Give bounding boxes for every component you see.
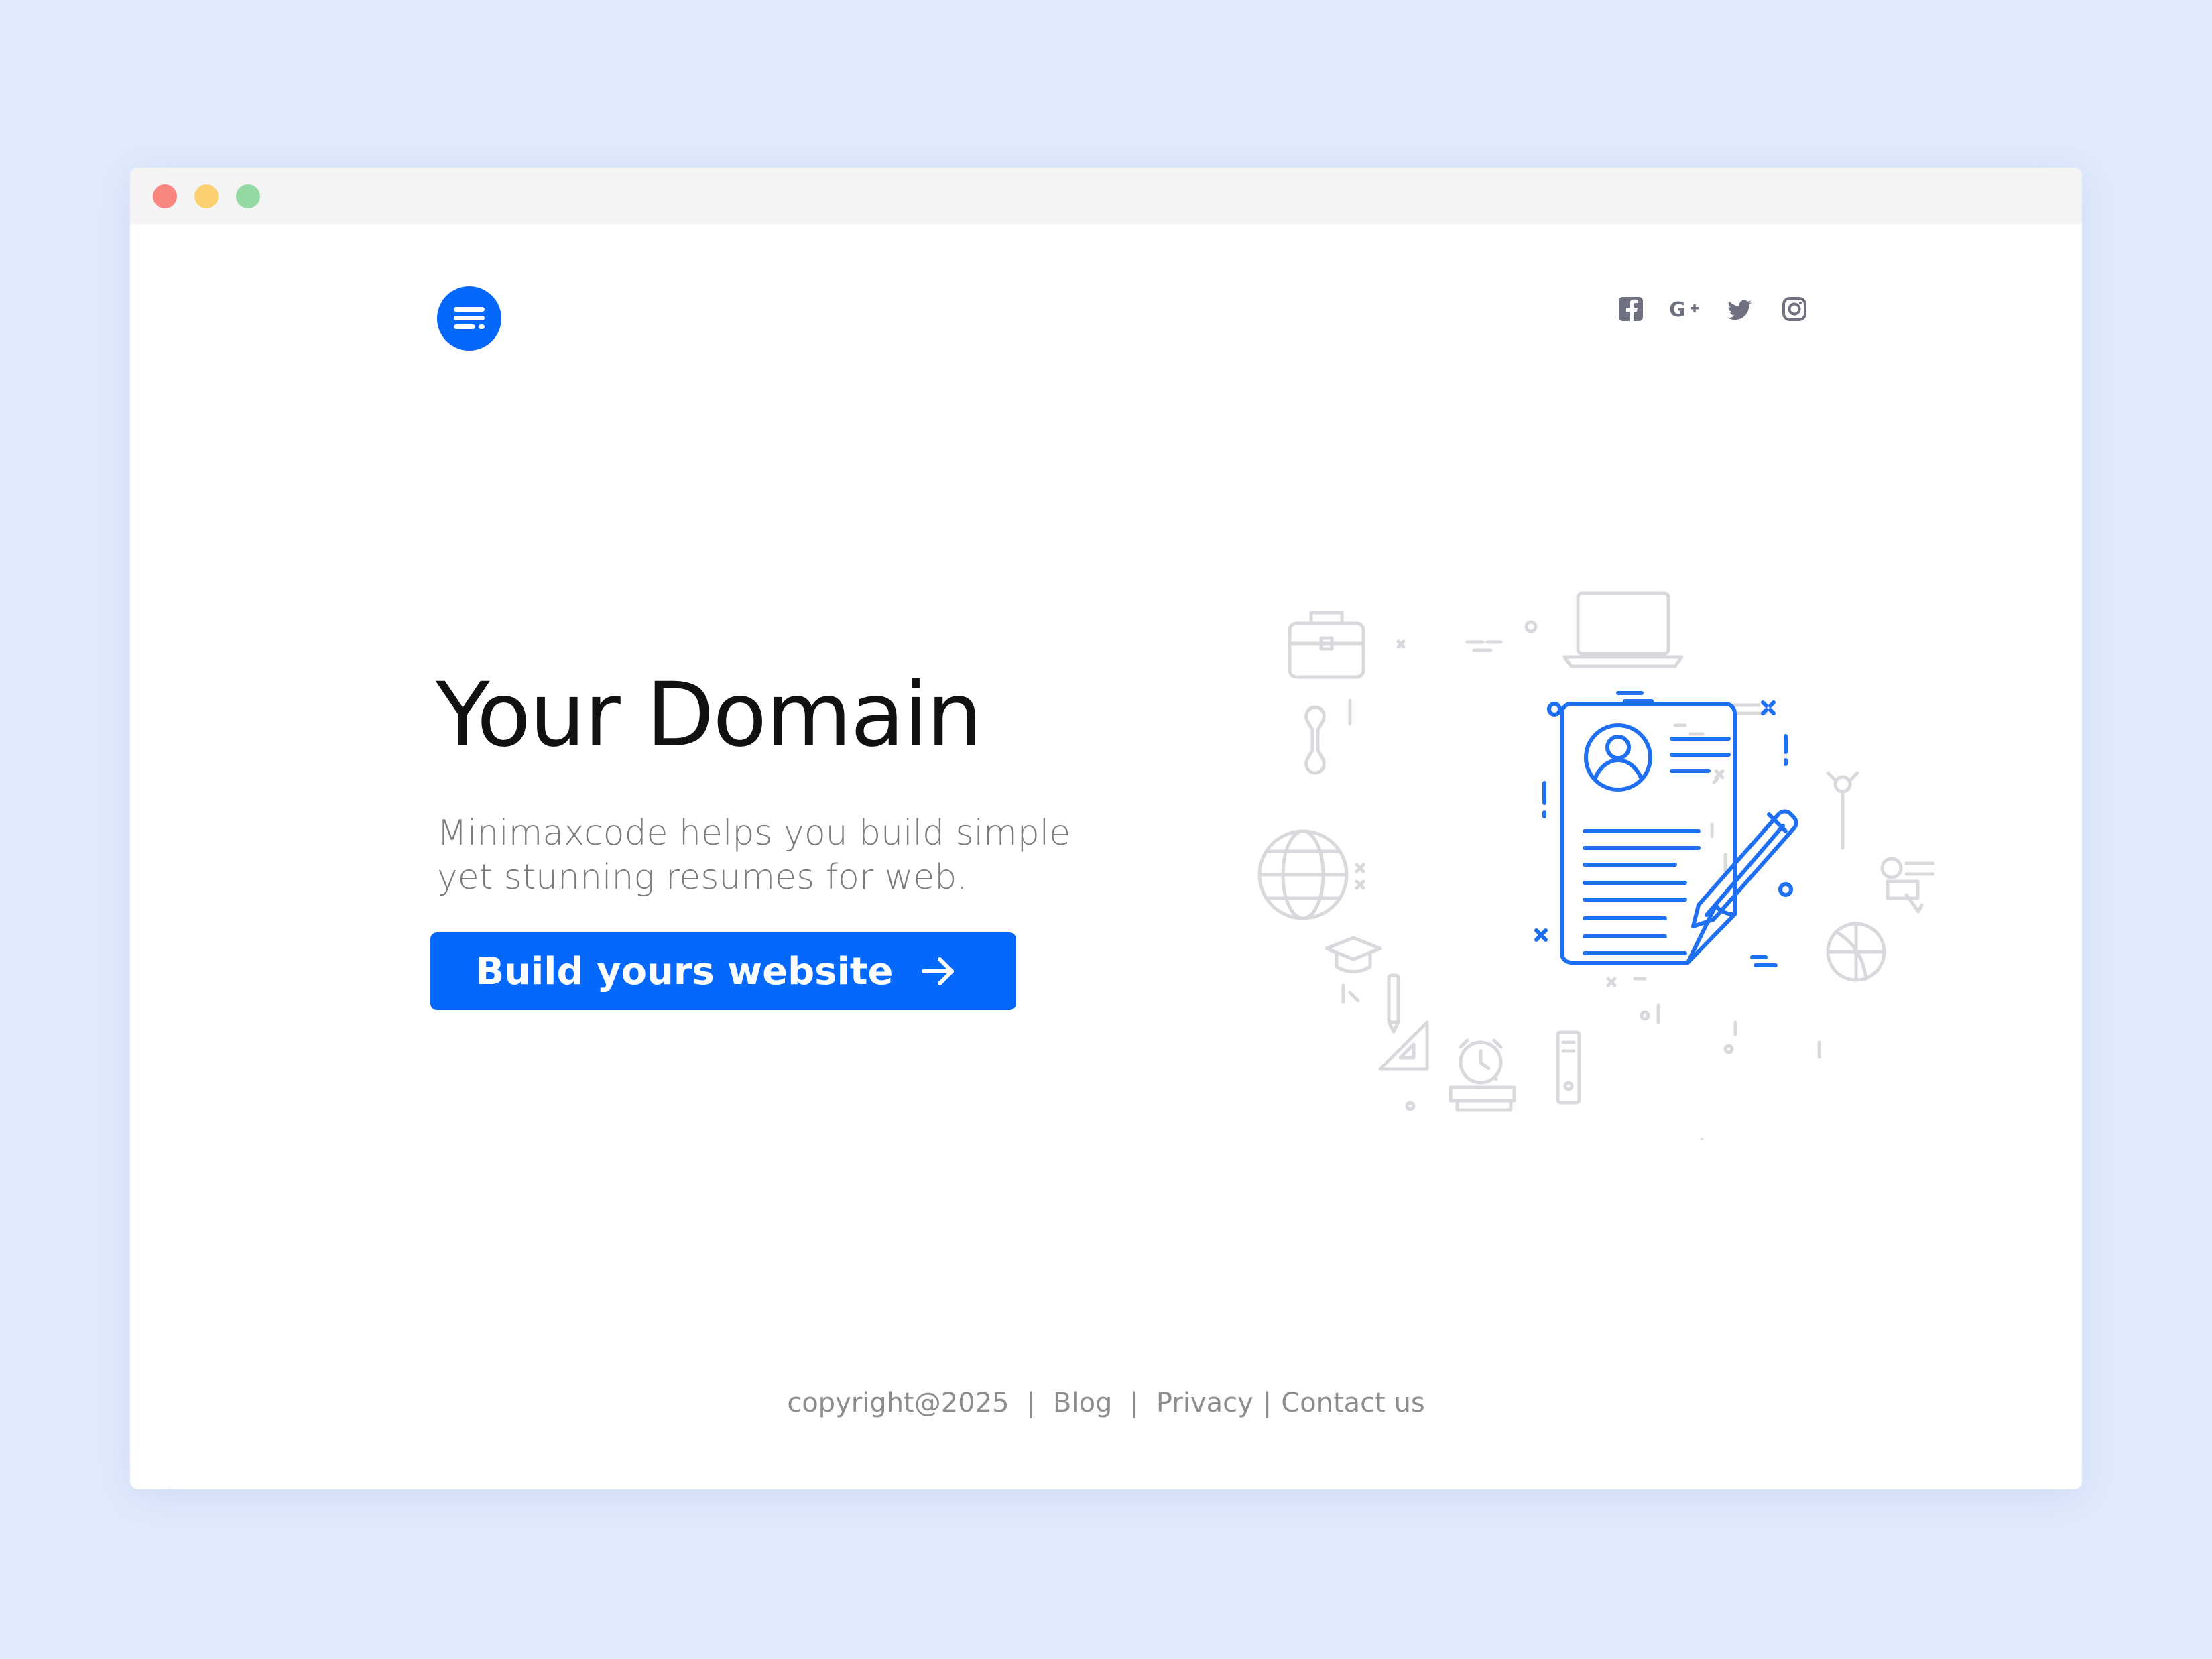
minimize-window-dot[interactable] [194,184,219,208]
footer-separator: | [1262,1388,1272,1418]
hero-title: Your Domain [436,664,983,767]
svg-text:G: G [1669,298,1686,322]
google-plus-icon: G [1669,298,1699,322]
resume-document-icon [1257,591,1935,1140]
footer-link-blog[interactable]: Blog [1053,1388,1112,1418]
logo-menu-button[interactable] [437,286,501,351]
footer-copyright: copyright@2025 [787,1388,1009,1418]
footer-separator: | [1026,1388,1036,1418]
close-window-dot[interactable] [153,184,177,208]
twitter-link[interactable] [1721,291,1758,327]
menu-lines-icon [437,286,501,351]
twitter-icon [1727,300,1752,320]
footer-link-privacy[interactable]: Privacy [1156,1388,1253,1418]
build-website-button[interactable]: Build yours website [430,932,1016,1010]
browser-window: G Your Domain Minimaxcode helps you buil… [130,168,2082,1489]
arrow-right-icon [920,953,957,990]
instagram-icon [1782,297,1806,321]
footer-separator: | [1129,1388,1139,1418]
build-website-button-label: Build yours website [475,949,894,993]
footer-link-contact-us[interactable]: Contact us [1281,1388,1425,1418]
facebook-link[interactable] [1613,291,1649,327]
window-titlebar [130,168,2082,224]
instagram-link[interactable] [1776,291,1812,327]
footer: copyright@2025 | Blog | Privacy | Contact us [130,1388,2082,1418]
google-plus-link[interactable]: G [1666,291,1703,327]
resume-illustration [1229,550,1953,1140]
maximize-window-dot[interactable] [236,184,260,208]
hero-subtitle: Minimaxcode helps you build simple yet s… [437,813,1071,898]
facebook-icon [1619,297,1643,321]
